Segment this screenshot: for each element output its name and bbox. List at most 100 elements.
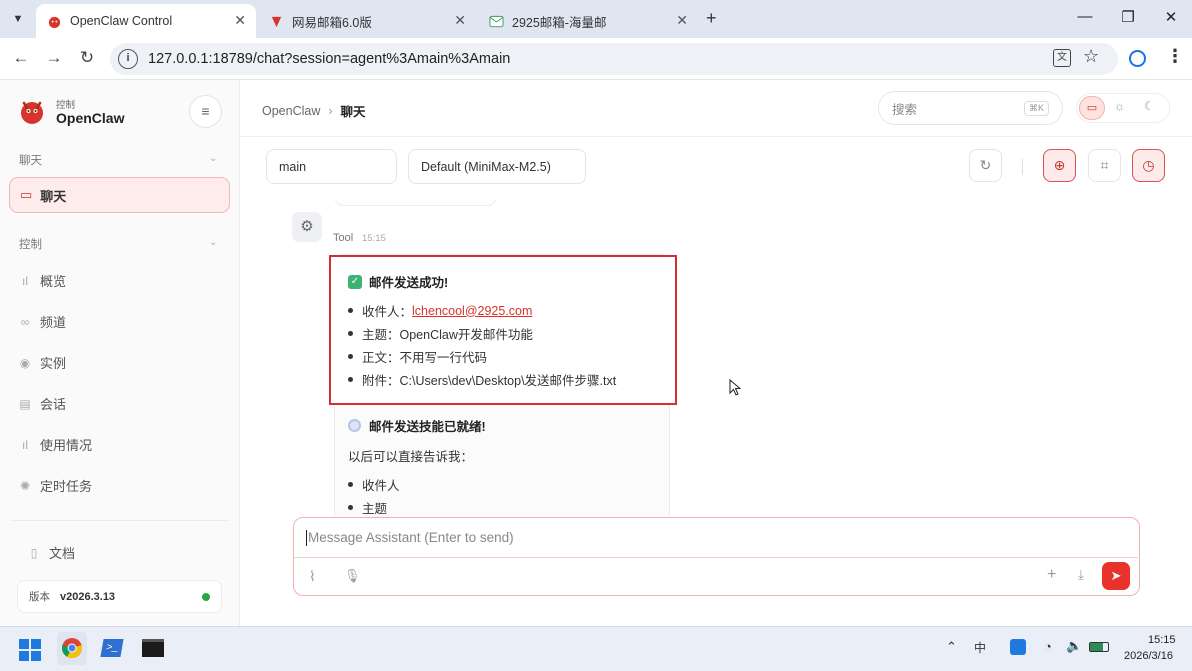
sidebar: 控制 OpenClaw ≡ 聊天 ⌄ ▭ 聊天 控制 ⌄ ıl 概览 ∞ 频道 ◉ 实… [0,80,240,626]
message-input[interactable]: Message Assistant (Enter to send) [294,518,1138,558]
powershell-taskbar-icon[interactable]: >_ [100,639,124,657]
send-button[interactable]: ➤ [1102,562,1130,590]
add-icon[interactable]: + [1047,566,1056,584]
attach-icon[interactable]: ⌇ [309,568,316,585]
monitor-icon[interactable]: ▭ [1079,96,1105,120]
list-item-text: 主题 [362,502,388,516]
translate-icon[interactable]: 文 [1053,49,1071,67]
close-window-icon[interactable]: ✕ [1156,8,1186,26]
session-select[interactable]: main [266,149,397,184]
brand-logo-icon [16,95,48,132]
lobster-favicon-icon [46,13,62,29]
browser-menu-icon[interactable]: ⋮ [1166,46,1184,67]
input-caret [306,529,307,546]
sidebar-item-cron[interactable]: ✺ 定时任务 [18,476,92,495]
volume-icon[interactable]: 🔈 [1066,638,1082,654]
intro-text: 以后可以直接告诉我： [348,450,474,464]
check-mark-icon: ✓ [348,274,362,289]
brain-icon: ⊕ [1053,157,1066,173]
input-language-indicator[interactable]: 中 [974,639,986,656]
composer: Message Assistant (Enter to send) ⌇ 🎙 + … [293,517,1140,596]
tab-label: OpenClaw Control [70,14,173,28]
bookmark-star-icon[interactable]: ☆ [1083,46,1099,67]
bullet-icon [348,482,353,487]
bullet-icon [348,354,353,359]
bullet-icon [348,505,353,510]
terminal-taskbar-icon[interactable] [142,639,164,657]
clock-date[interactable]: 2026/3/16 [1124,650,1173,662]
model-select[interactable]: Default (MiniMax-M2.5) [408,149,586,184]
focus-mode-button[interactable]: ⌗ [1088,149,1121,182]
session-value: main [279,159,307,174]
list-item: 主题 [348,498,387,517]
reload-icon[interactable]: ↻ [76,48,98,68]
wifi-icon[interactable]: ◔ [1044,639,1052,654]
chevron-down-icon[interactable]: ⌄ [209,153,217,164]
sidebar-item-label: 定时任务 [40,479,93,494]
subject-line: 主题：OpenClaw开发邮件功能 [362,328,533,342]
profile-icon[interactable] [1129,50,1146,67]
download-icon[interactable]: ⤓ [1078,567,1084,583]
chat-scroll-area[interactable]: ⚙ Tool 15:15 ✓ 邮件发送成功! 收件人： lchencool@29… [240,200,1192,517]
sidebar-item-overview[interactable]: ıl 概览 [18,271,66,290]
sun-icon[interactable]: ☼ [1114,99,1125,113]
tray-chevron-up-icon[interactable]: ⌃ [946,639,957,655]
chevron-down-icon[interactable]: ⌄ [209,237,217,248]
ready-title: 邮件发送技能已就绪! [369,420,486,434]
restore-icon[interactable]: ❐ [1113,8,1143,26]
windows-start-icon[interactable] [19,639,41,661]
battery-icon[interactable] [1089,642,1109,652]
browser-tab-strip: ▼ OpenClaw Control ✕ 网易邮箱6.0版 ✕ 2925邮箱-海… [0,0,1192,38]
status-dot-icon [202,593,210,601]
sidebar-item-channels[interactable]: ∞ 频道 [18,312,66,331]
thinking-toggle-button[interactable]: ⊕ [1043,149,1076,182]
moon-icon[interactable]: ☾ [1144,99,1155,113]
browser-toolbar: ← → ↻ i 127.0.0.1:18789/chat?session=age… [0,38,1192,80]
close-tab-icon[interactable]: ✕ [234,12,246,29]
document-icon: ▤ [19,396,31,411]
header-divider [240,136,1192,137]
bar-chart-icon: ıl [22,273,28,288]
breadcrumb-root[interactable]: OpenClaw [262,104,320,118]
recipient-link[interactable]: lchencool@2925.com [412,304,532,318]
cron-toggle-button[interactable]: ◷ [1132,149,1165,182]
collapse-sidebar-button[interactable]: ≡ [189,95,222,128]
tab-openclaw[interactable]: OpenClaw Control ✕ [36,4,256,38]
new-tab-button[interactable]: + [706,8,717,29]
sidebar-item-sessions[interactable]: ▤ 会话 [18,394,66,413]
minimize-icon[interactable]: — [1070,8,1100,25]
version-card: 版本 v2026.3.13 [17,580,222,613]
attachment-line: 附件：C:\Users\dev\Desktop\发送邮件步骤.txt [362,374,617,388]
sidebar-item-chat[interactable]: ▭ 聊天 [9,177,230,213]
success-title-row: ✓ 邮件发送成功! [348,272,448,291]
back-icon[interactable]: ← [10,48,32,68]
search-box[interactable]: 搜索 ⌘K [878,91,1063,125]
tray-app-icon[interactable] [1010,639,1026,655]
clock-icon: ◷ [1142,157,1155,173]
ready-title-row: 邮件发送技能已就绪! [348,416,486,435]
site-info-icon[interactable]: i [118,49,138,69]
microphone-icon[interactable]: 🎙 [344,568,361,584]
close-tab-icon[interactable]: ✕ [676,12,688,29]
tool-avatar: ⚙ [292,212,322,242]
section-chat-title: 聊天 [19,155,42,167]
sidebar-item-instances[interactable]: ◉ 实例 [18,353,66,372]
sidebar-item-docs[interactable]: ▯ 文档 [27,543,75,562]
close-tab-icon[interactable]: ✕ [454,12,466,29]
bullet-icon [348,331,353,336]
refresh-button[interactable]: ↻ [969,149,1002,182]
tab-label: 网易邮箱6.0版 [292,15,372,30]
message-time: 15:15 [362,233,386,244]
tab-2925-mail[interactable]: 2925邮箱-海量邮 ✕ [478,4,698,38]
list-item: 正文：不用写一行代码 [348,347,487,366]
forward-icon[interactable]: → [43,48,65,68]
body-line: 正文：不用写一行代码 [362,351,488,365]
tab-163-mail[interactable]: 网易邮箱6.0版 ✕ [258,4,476,38]
brand-name: OpenClaw [56,110,125,126]
address-bar[interactable]: i 127.0.0.1:18789/chat?session=agent%3Am… [110,43,1118,75]
tab-search-button[interactable]: ▼ [8,9,28,29]
url-text: 127.0.0.1:18789/chat?session=agent%3Amai… [148,51,511,67]
chrome-taskbar-icon[interactable] [57,632,87,665]
sidebar-item-usage[interactable]: ıl 使用情况 [18,435,92,454]
clock-time[interactable]: 15:15 [1148,634,1176,646]
